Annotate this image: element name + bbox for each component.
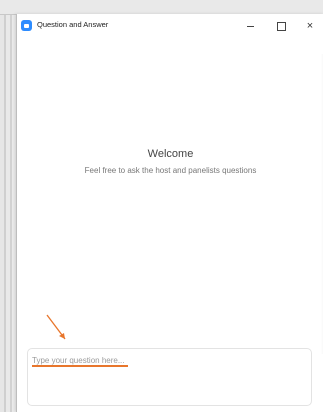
zoom-app-icon	[21, 20, 32, 31]
welcome-subtitle: Feel free to ask the host and panelists …	[84, 166, 257, 175]
maximize-icon	[276, 21, 286, 31]
question-input-box[interactable]	[27, 348, 312, 406]
minimize-button[interactable]	[239, 17, 261, 35]
title-bar[interactable]: Question and Answer ×	[17, 14, 323, 38]
background-app-edge	[0, 0, 16, 412]
maximize-button[interactable]	[270, 17, 292, 35]
minimize-icon	[246, 25, 254, 27]
background-app-top	[0, 0, 323, 15]
qa-window: Question and Answer × Welcome Feel free …	[16, 14, 323, 412]
welcome-heading: Welcome	[147, 148, 194, 160]
close-icon: ×	[306, 20, 314, 32]
annotation-underline	[32, 365, 128, 367]
window-title: Question and Answer	[37, 20, 109, 29]
close-button[interactable]: ×	[299, 17, 321, 35]
